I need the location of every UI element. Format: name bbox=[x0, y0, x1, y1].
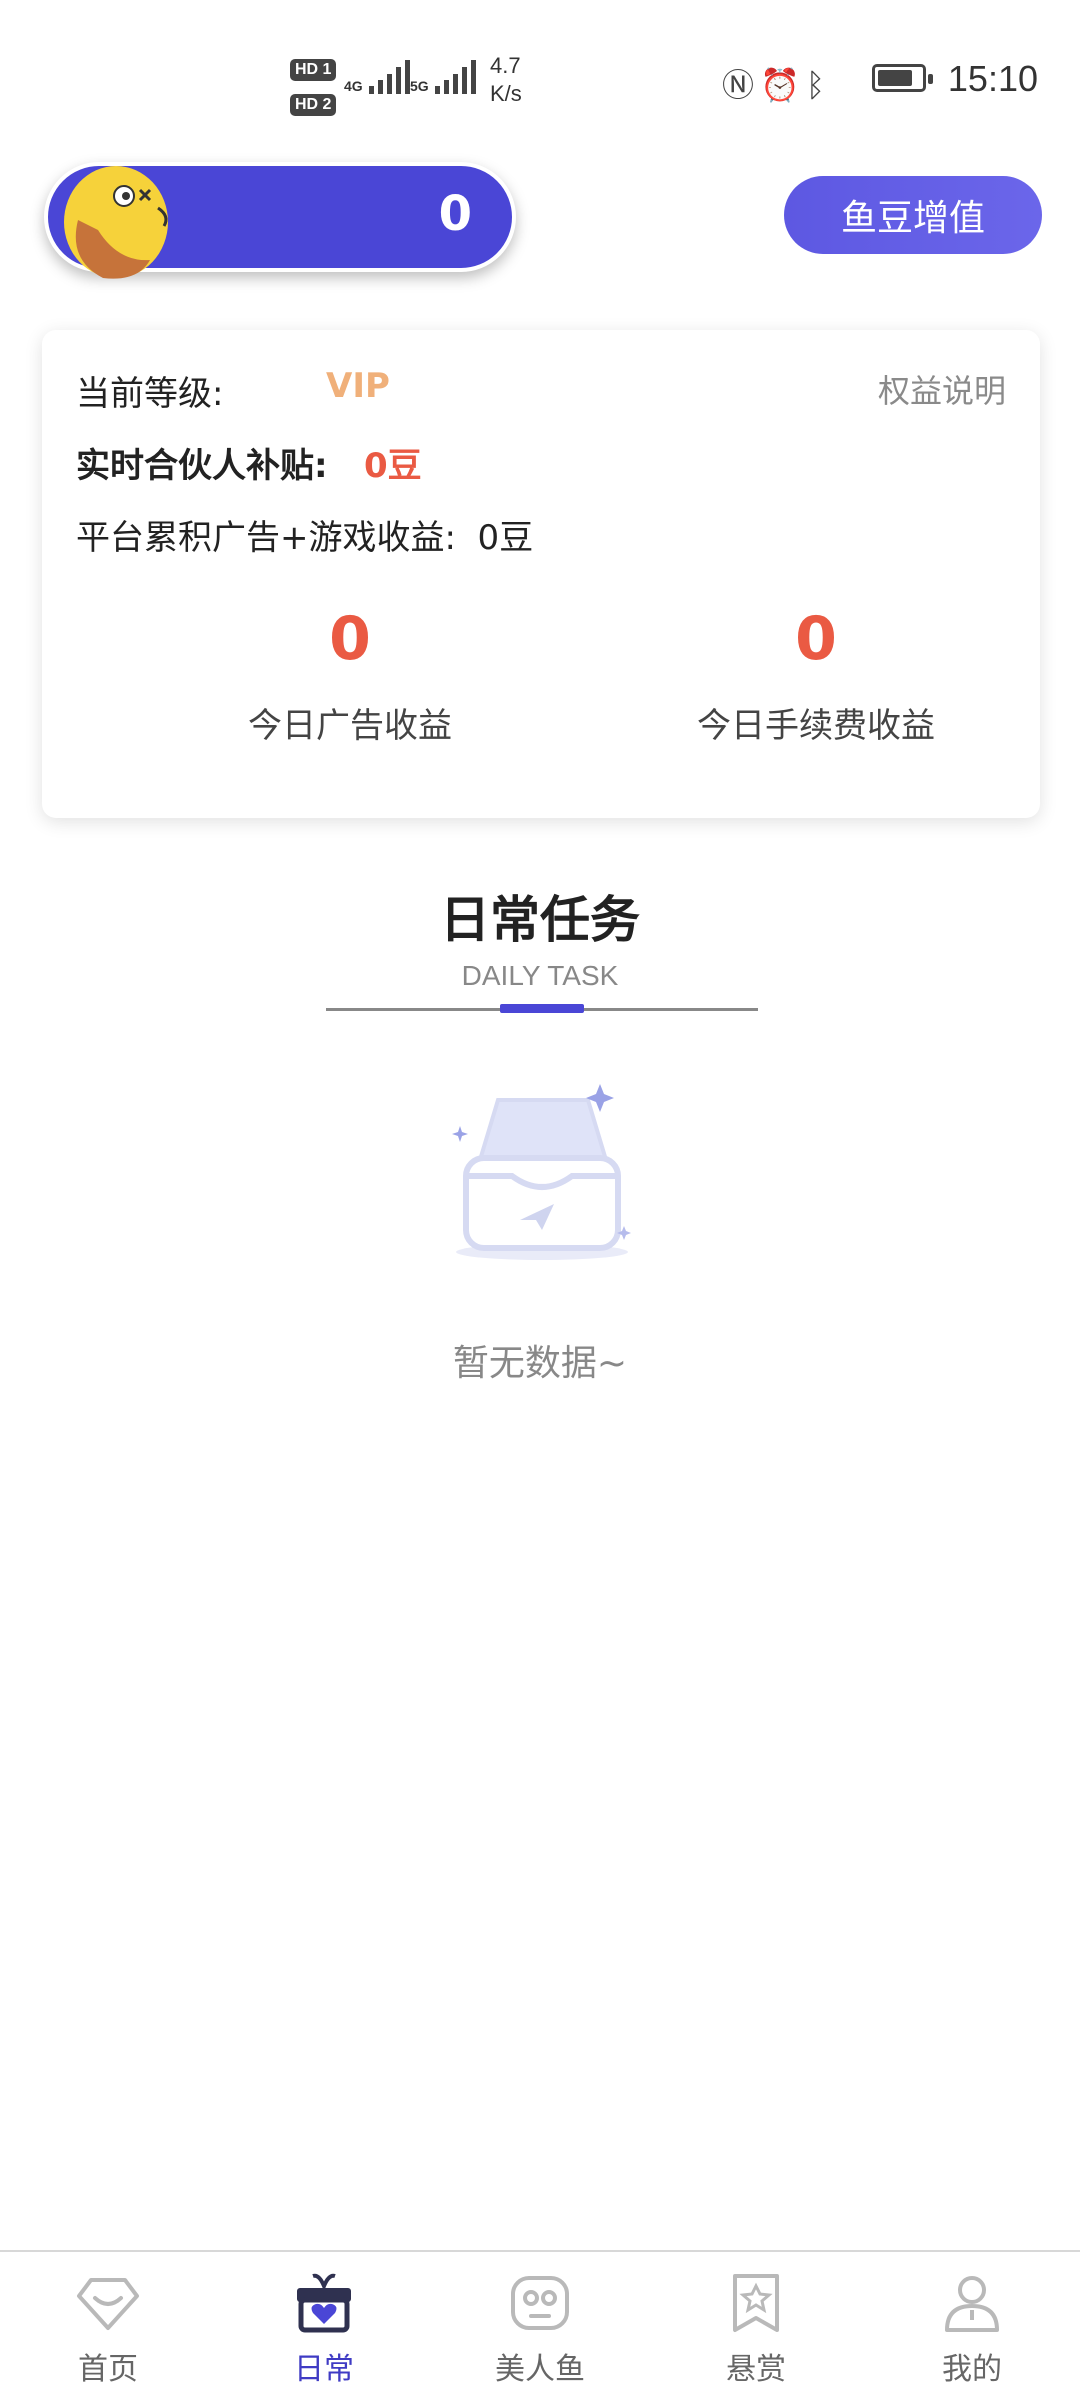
fish-mascot-icon bbox=[64, 166, 168, 279]
battery-icon bbox=[872, 64, 933, 92]
level-label: 当前等级: bbox=[76, 374, 224, 414]
fee-income-value: 0 bbox=[795, 604, 837, 674]
signal-group-1: 4G bbox=[344, 60, 410, 94]
daily-task-title: 日常任务 bbox=[440, 891, 640, 949]
alarm-icon: ⏰ bbox=[760, 66, 806, 104]
ad-income-label: 今日广告收益 bbox=[248, 706, 452, 746]
earnings-card: 当前等级: VIP 权益说明 实时合伙人补贴: 0豆 平台累积广告+游戏收益: … bbox=[42, 330, 1040, 818]
empty-inbox-icon bbox=[452, 1084, 631, 1260]
nav-item-mine[interactable]: 我的 bbox=[864, 2252, 1080, 2400]
network-type-1: 4G bbox=[344, 78, 363, 94]
sim1-badge: HD 1 bbox=[290, 59, 337, 81]
nav-label-home: 首页 bbox=[78, 2352, 138, 2387]
signal-group-2: 5G bbox=[410, 60, 476, 94]
fish-bean-value-button[interactable]: 鱼豆增值 bbox=[784, 176, 1042, 254]
speed-unit: K/s bbox=[490, 81, 522, 106]
partner-subsidy-value: 0豆 bbox=[364, 446, 422, 486]
status-icons: Ⓝ⏰ᛒ bbox=[722, 60, 831, 106]
section-divider-accent bbox=[500, 1004, 584, 1013]
network-speed: 4.7 K/s bbox=[490, 52, 522, 108]
ad-income-value: 0 bbox=[329, 604, 371, 674]
bookmark-star-icon bbox=[733, 2274, 779, 2332]
sim2-badge: HD 2 bbox=[290, 94, 337, 116]
nav-label-daily: 日常 bbox=[294, 2352, 354, 2387]
daily-task-subtitle: DAILY TASK bbox=[461, 960, 619, 991]
nav-item-reward[interactable]: 悬赏 bbox=[648, 2252, 864, 2400]
status-bar: HD 1 HD 2 4G 5G 4.7 K/s Ⓝ⏰ᛒ 15:10 bbox=[0, 0, 1080, 150]
level-value: VIP bbox=[326, 366, 390, 406]
balance-value: 0 bbox=[438, 186, 472, 242]
network-type-2: 5G bbox=[410, 78, 429, 94]
nav-label-reward: 悬赏 bbox=[726, 2352, 786, 2387]
nav-item-daily[interactable]: 日常 bbox=[216, 2252, 432, 2400]
benefits-link[interactable]: 权益说明 bbox=[878, 366, 1006, 412]
empty-state-text: 暂无数据~ bbox=[452, 1343, 628, 1384]
partner-subsidy-label: 实时合伙人补贴: bbox=[76, 446, 328, 486]
home-diamond-icon bbox=[77, 2278, 139, 2330]
platform-income-text: 平台累积广告+游戏收益: 0豆 bbox=[76, 518, 534, 558]
nav-label-mermaid: 美人鱼 bbox=[495, 2352, 585, 2387]
nfc-icon: Ⓝ bbox=[722, 66, 761, 104]
bluetooth-icon: ᛒ bbox=[805, 66, 832, 104]
clock: 15:10 bbox=[947, 58, 1038, 99]
speed-value: 4.7 bbox=[490, 53, 521, 78]
person-icon bbox=[945, 2276, 999, 2332]
signal-bars-2-icon bbox=[434, 60, 476, 94]
sim-indicators: HD 1 HD 2 bbox=[290, 52, 337, 122]
fee-income-label: 今日手续费收益 bbox=[697, 706, 935, 746]
nav-label-mine: 我的 bbox=[942, 2352, 1002, 2387]
signal-bars-1-icon bbox=[368, 60, 410, 94]
game-controller-icon bbox=[511, 2276, 569, 2330]
nav-item-home[interactable]: 首页 bbox=[0, 2252, 216, 2400]
bottom-nav: 首页 日常 美人鱼 悬赏 我的 bbox=[0, 2252, 1080, 2400]
nav-item-mermaid[interactable]: 美人鱼 bbox=[432, 2252, 648, 2400]
gift-box-icon bbox=[297, 2273, 351, 2333]
